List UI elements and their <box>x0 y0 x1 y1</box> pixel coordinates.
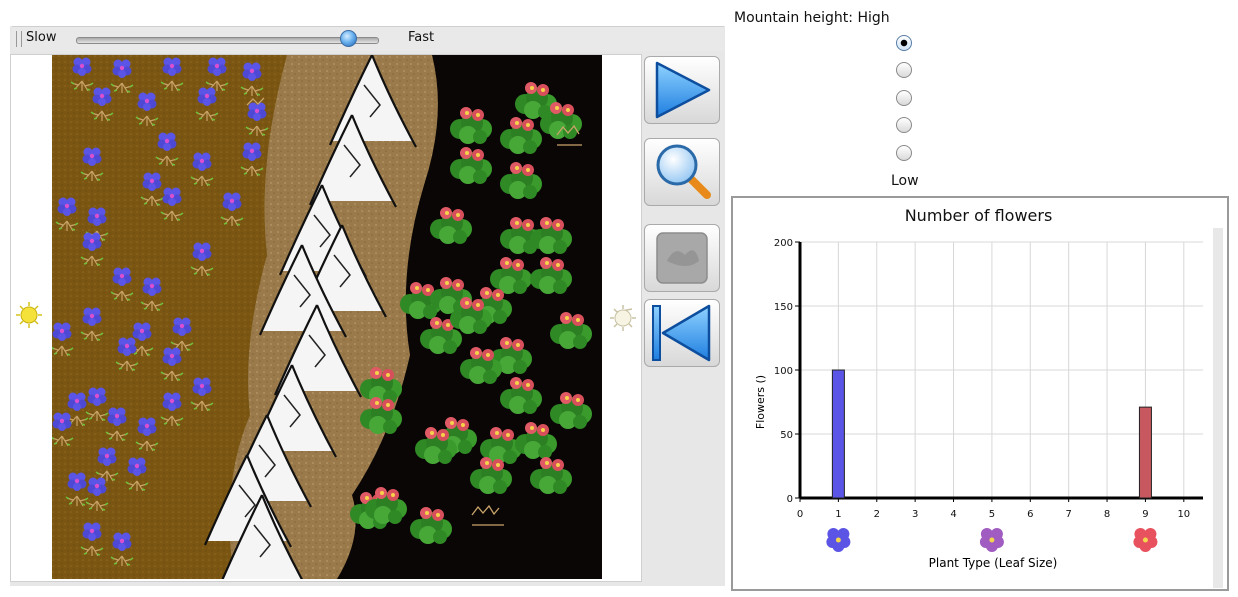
mountain-height-radio-2[interactable] <box>896 62 912 78</box>
mountain-height-radio-5[interactable] <box>896 145 912 161</box>
flower-center <box>989 537 995 543</box>
x-tick-label: 7 <box>1065 509 1071 520</box>
flower-bar-chart: 0 50 100 150 200 0 1 2 3 4 5 6 7 8 9 10 Flowers () Plan… <box>754 238 1203 570</box>
y-tick-label: 0 <box>787 494 793 505</box>
purple-flower-icon <box>979 528 1004 552</box>
flower-center <box>1142 537 1148 543</box>
left-sun-icon <box>16 302 42 328</box>
flower-center <box>835 537 841 543</box>
x-tick-label: 8 <box>1104 509 1110 520</box>
magnifier-icon <box>656 144 711 199</box>
bar-type-9 <box>1138 406 1152 499</box>
blue-flower-icon <box>826 528 851 552</box>
speed-slow-label: Slow <box>26 30 57 45</box>
speed-fast-label: Fast <box>408 30 435 45</box>
y-axis-label: Flowers () <box>754 375 767 429</box>
play-triangle-icon <box>655 61 711 119</box>
chart-scrollbar[interactable] <box>1213 228 1223 588</box>
toolbar-grip[interactable] <box>16 31 22 47</box>
rewind-button[interactable] <box>644 299 720 367</box>
speed-slider-track[interactable] <box>76 37 379 44</box>
mountain-high-label: High <box>857 10 890 26</box>
x-tick-label: 4 <box>950 509 956 520</box>
mountain-height-radio-1[interactable] <box>896 35 912 51</box>
terrain-button[interactable] <box>644 224 720 292</box>
mountain-low-label: Low <box>891 173 919 189</box>
x-tick-label: 1 <box>835 509 841 520</box>
x-tick-label: 6 <box>1027 509 1033 520</box>
y-tick-label: 150 <box>774 302 793 313</box>
red-flower-icon <box>1133 528 1158 552</box>
y-tick-label: 200 <box>774 238 793 249</box>
x-tick-label: 2 <box>874 509 880 520</box>
magnifier-button[interactable] <box>644 138 720 206</box>
speed-control-bar: Slow Fast <box>12 26 724 51</box>
y-tick-label: 100 <box>774 366 793 377</box>
right-sun-icon <box>610 305 636 331</box>
x-tick-label: 0 <box>797 509 803 520</box>
x-axis-label: Plant Type (Leaf Size) <box>929 556 1058 570</box>
speed-slider-thumb[interactable] <box>340 30 358 47</box>
rewind-icon <box>652 304 711 362</box>
x-tick-label: 5 <box>989 509 995 520</box>
mountain-height-radio-4[interactable] <box>896 117 912 133</box>
x-tick-label: 9 <box>1142 509 1148 520</box>
play-button[interactable] <box>644 56 720 124</box>
x-tick-label: 3 <box>912 509 918 520</box>
landscape-world[interactable] <box>52 55 602 579</box>
mountain-height-label: Mountain height: High <box>734 10 890 26</box>
y-tick-label: 50 <box>780 430 793 441</box>
mountain-height-radio-3[interactable] <box>896 90 912 106</box>
chart-title: Number of flowers <box>904 206 1053 225</box>
bar-type-1 <box>831 369 845 499</box>
terrain-icon <box>656 232 708 284</box>
x-tick-label: 10 <box>1177 509 1190 520</box>
